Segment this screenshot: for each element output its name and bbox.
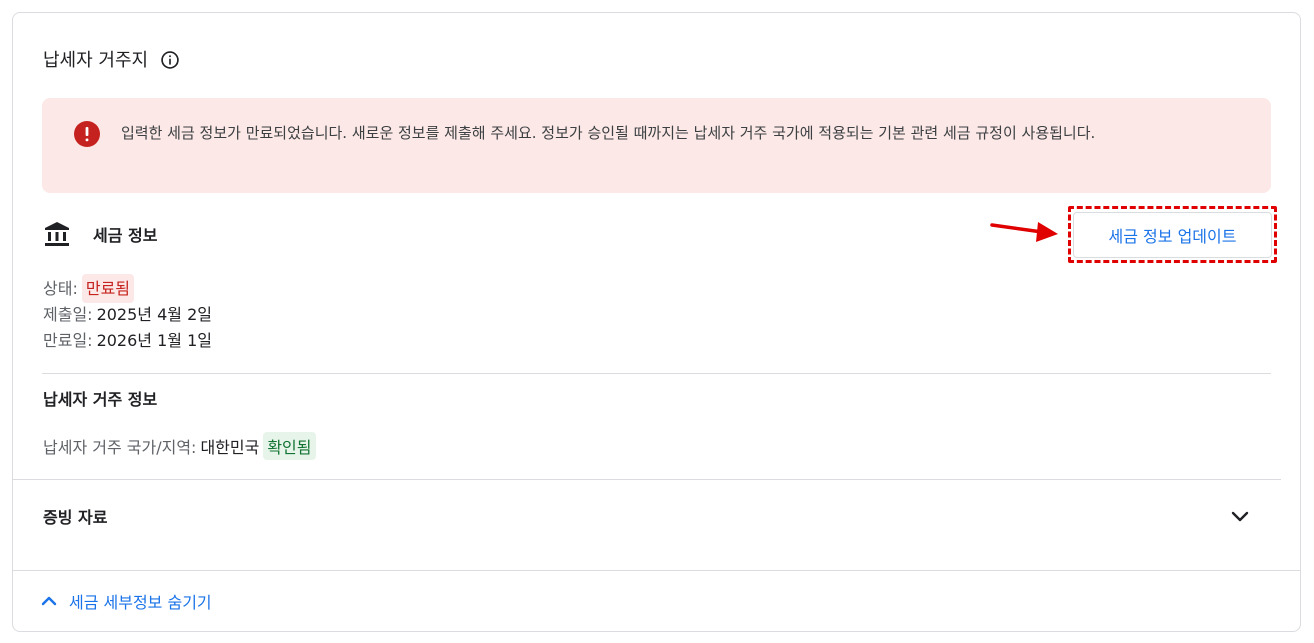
section-title: 납세자 거주지: [43, 50, 149, 71]
chevron-down-icon[interactable]: [1228, 504, 1252, 528]
submitted-label: 제출일:: [43, 304, 93, 324]
country-value: 대한민국: [200, 438, 260, 457]
tax-info-header: 세금 정보: [43, 220, 157, 248]
expires-value: 2026년 1월 1일: [96, 330, 212, 350]
section-header: 납세자 거주지: [43, 46, 180, 72]
update-tax-info-button-highlight[interactable]: 세금 정보 업데이트: [1068, 206, 1277, 263]
bank-icon: [43, 220, 71, 248]
verified-badge: 확인됨: [263, 432, 316, 460]
tax-residency-card: 납세자 거주지 입력한 세금 정보가 만료되었습니다. 새로운 정보를 제출해 …: [12, 12, 1301, 632]
error-icon: [73, 120, 101, 148]
residency-title: 납세자 거주 정보: [43, 390, 158, 409]
update-tax-info-button[interactable]: 세금 정보 업데이트: [1073, 211, 1272, 258]
red-arrow-annotation: [990, 222, 1058, 242]
divider: [42, 373, 1271, 374]
divider: [13, 570, 1300, 571]
tax-info-details: 상태: 만료됨 제출일: 2025년 4월 2일 만료일: 2026년 1월 1…: [43, 273, 212, 353]
evidence-title: 증빙 자료: [43, 508, 108, 527]
residency-country-row: 납세자 거주 국가/지역: 대한민국 확인됨: [43, 431, 316, 461]
submitted-row: 제출일: 2025년 4월 2일: [43, 301, 212, 327]
expired-alert: 입력한 세금 정보가 만료되었습니다. 새로운 정보를 제출해 주세요. 정보가…: [42, 98, 1271, 193]
status-label: 상태:: [43, 278, 78, 298]
chevron-up-icon: [39, 591, 59, 611]
expires-row: 만료일: 2026년 1월 1일: [43, 327, 212, 353]
info-icon[interactable]: [160, 49, 180, 69]
hide-tax-details-link[interactable]: 세금 세부정보 숨기기: [39, 589, 212, 613]
tax-info-title: 세금 정보: [93, 226, 158, 245]
evidence-expander[interactable]: 증빙 자료: [13, 480, 1281, 570]
expires-label: 만료일:: [43, 330, 93, 350]
alert-message: 입력한 세금 정보가 만료되었습니다. 새로운 정보를 제출해 주세요. 정보가…: [121, 124, 1096, 142]
hide-tax-details-label: 세금 세부정보 숨기기: [69, 593, 212, 612]
country-label: 납세자 거주 국가/지역:: [43, 438, 197, 457]
status-row: 상태: 만료됨: [43, 273, 212, 303]
submitted-value: 2025년 4월 2일: [96, 304, 212, 324]
status-badge: 만료됨: [81, 273, 135, 303]
